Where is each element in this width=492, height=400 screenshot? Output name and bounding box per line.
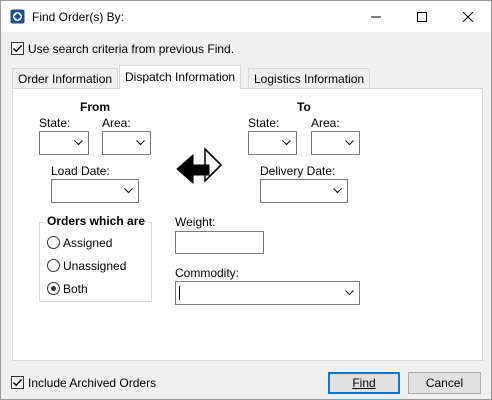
cancel-button-label: Cancel [425,376,464,390]
checkmark-icon [12,44,23,53]
find-button-label: Find [352,376,376,390]
chevron-down-icon [136,140,145,146]
to-heading: To [297,100,311,114]
from-state-combo[interactable] [39,131,89,155]
app-icon [10,9,25,24]
title-bar: Find Order(s) By: [1,1,491,32]
swap-arrows-icon [176,147,223,185]
find-orders-dialog: Find Order(s) By: Use search criteria fr… [0,0,492,400]
maximize-icon [417,11,427,22]
chevron-down-icon [345,140,354,146]
cancel-button[interactable]: Cancel [408,372,481,394]
tab-logistics-information[interactable]: Logistics Information [248,68,371,88]
to-state-label: State: [248,116,280,130]
weight-label: Weight: [175,215,216,229]
commodity-label: Commodity: [175,266,240,280]
chevron-down-icon [74,140,83,146]
use-previous-criteria-label: Use search criteria from previous Find. [28,42,235,56]
minimize-icon [371,16,381,17]
use-previous-criteria-checkbox[interactable] [11,42,24,55]
find-button[interactable]: Find [328,372,400,394]
include-archived-label: Include Archived Orders [28,376,157,390]
radio-both[interactable] [47,282,60,295]
chevron-down-icon [282,140,291,146]
weight-input[interactable] [175,231,264,254]
tab-order-information[interactable]: Order Information [12,68,119,88]
load-date-label: Load Date: [51,164,110,178]
to-area-combo[interactable] [311,131,360,155]
radio-selected-dot [51,286,56,291]
checkmark-icon [12,378,23,387]
to-area-label: Area: [311,116,340,130]
chevron-down-icon [345,290,354,296]
delivery-date-label: Delivery Date: [260,164,336,178]
delivery-date-combo[interactable] [260,179,348,203]
window-title: Find Order(s) By: [32,10,125,24]
radio-assigned-label: Assigned [63,236,113,250]
chevron-down-icon [124,188,133,194]
radio-assigned[interactable] [47,236,60,249]
maximize-button[interactable] [399,1,445,32]
close-icon [463,11,473,22]
from-heading: From [80,100,110,114]
orders-group-title: Orders which are [44,214,149,228]
from-area-label: Area: [102,116,131,130]
minimize-button[interactable] [353,1,399,32]
to-state-combo[interactable] [248,131,297,155]
chevron-down-icon [333,188,342,194]
text-caret [179,286,180,300]
from-area-combo[interactable] [102,131,151,155]
load-date-combo[interactable] [51,179,139,203]
radio-unassigned[interactable] [47,259,60,272]
close-button[interactable] [445,1,491,32]
tab-dispatch-information[interactable]: Dispatch Information [119,65,242,89]
include-archived-checkbox[interactable] [11,376,24,389]
radio-both-label: Both [63,282,88,296]
commodity-combo[interactable] [175,281,360,305]
radio-unassigned-label: Unassigned [63,259,127,273]
from-state-label: State: [39,116,71,130]
